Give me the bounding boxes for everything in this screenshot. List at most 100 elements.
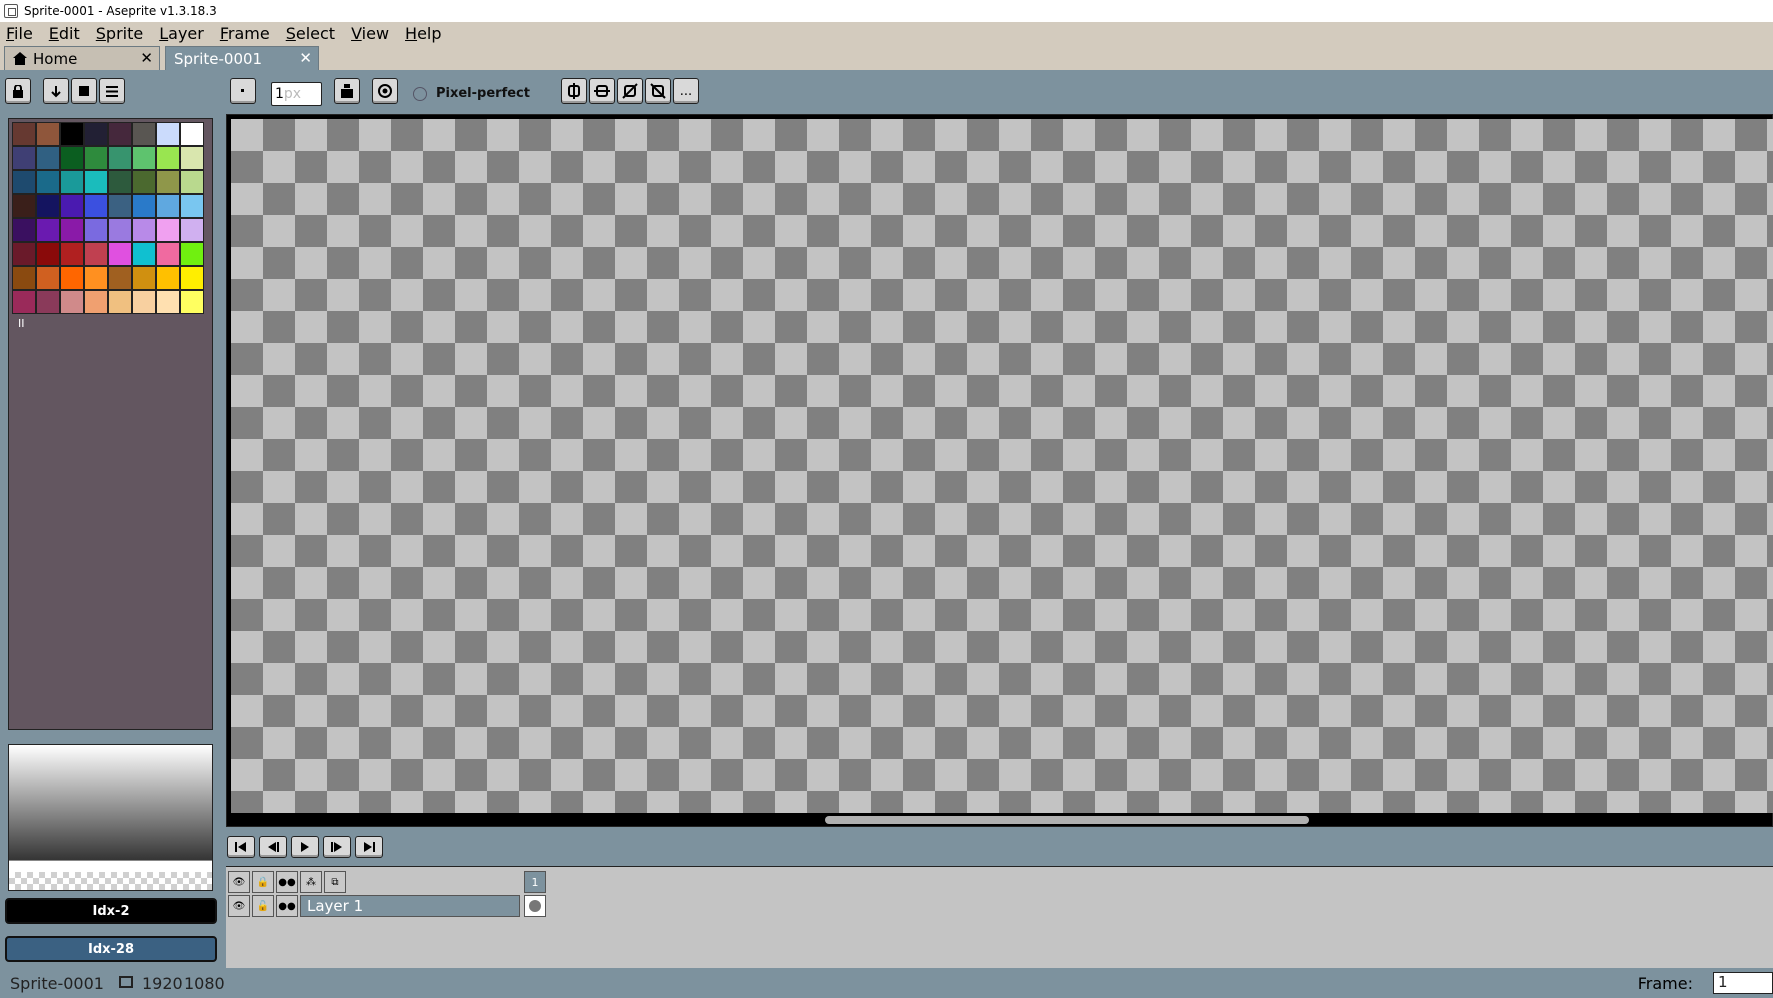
alpha-slider[interactable] — [9, 860, 212, 890]
palette-swatch[interactable] — [60, 170, 84, 194]
palette-swatch[interactable] — [156, 290, 180, 314]
link-layers-icon[interactable]: ⁂ — [300, 871, 322, 893]
visibility-header-icon[interactable]: 👁 — [228, 871, 250, 893]
palette-swatch[interactable] — [132, 290, 156, 314]
palette-swatch[interactable] — [60, 122, 84, 146]
symmetry-horizontal-button[interactable] — [589, 78, 615, 104]
palette-swatch[interactable] — [36, 290, 60, 314]
pixel-perfect-checkbox[interactable] — [413, 87, 427, 101]
menu-select[interactable]: Select — [286, 24, 335, 43]
palette-swatch[interactable] — [108, 290, 132, 314]
brush-type-button[interactable] — [230, 78, 256, 104]
play-button[interactable] — [291, 836, 319, 858]
palette-swatch[interactable] — [60, 290, 84, 314]
palette-swatch[interactable] — [180, 218, 204, 242]
palette-swatch[interactable] — [36, 170, 60, 194]
palette-swatch[interactable] — [156, 146, 180, 170]
frame-number-header[interactable]: 1 — [524, 871, 546, 893]
brush-size-input[interactable]: 1px — [271, 82, 322, 106]
symmetry-antidiagonal-button[interactable] — [645, 78, 671, 104]
pressure-settings-button[interactable] — [372, 78, 398, 104]
palette-swatch[interactable] — [12, 218, 36, 242]
palette-swatch[interactable] — [132, 170, 156, 194]
palette-swatch[interactable] — [12, 290, 36, 314]
sprite-canvas[interactable] — [231, 119, 1773, 813]
palette-swatch[interactable] — [108, 122, 132, 146]
palette-swatch[interactable] — [84, 266, 108, 290]
lock-header-icon[interactable]: 🔒 — [252, 871, 274, 893]
menu-frame[interactable]: Frame — [220, 24, 270, 43]
palette-swatch[interactable] — [12, 194, 36, 218]
palette-swatch[interactable] — [12, 242, 36, 266]
menu-view[interactable]: View — [351, 24, 389, 43]
palette-swatch[interactable] — [180, 290, 204, 314]
palette-swatch[interactable] — [60, 146, 84, 170]
menu-help[interactable]: Help — [405, 24, 441, 43]
symmetry-vertical-button[interactable] — [561, 78, 587, 104]
previous-frame-button[interactable] — [259, 836, 287, 858]
menu-layer[interactable]: Layer — [159, 24, 204, 43]
palette-swatch[interactable] — [180, 146, 204, 170]
tab-home[interactable]: Home ✕ — [4, 46, 160, 70]
palette-presets-button[interactable] — [71, 78, 97, 104]
palette-swatch[interactable] — [84, 146, 108, 170]
palette-swatch[interactable] — [84, 290, 108, 314]
palette-swatch[interactable] — [108, 242, 132, 266]
continuous-header-icon[interactable]: ●● — [276, 871, 298, 893]
layer-lock-icon[interactable]: 🔓 — [252, 895, 274, 917]
palette-swatch[interactable] — [36, 242, 60, 266]
onion-skin-icon[interactable]: ⧉ — [324, 871, 346, 893]
symmetry-diagonal-button[interactable] — [617, 78, 643, 104]
palette-swatch[interactable] — [156, 170, 180, 194]
menu-edit[interactable]: Edit — [49, 24, 80, 43]
palette-swatch[interactable] — [84, 170, 108, 194]
palette-swatch[interactable] — [132, 266, 156, 290]
palette-swatch[interactable] — [36, 122, 60, 146]
layer-visibility-icon[interactable]: 👁 — [228, 895, 250, 917]
horizontal-scrollbar[interactable] — [825, 816, 1309, 824]
palette-swatch[interactable] — [132, 146, 156, 170]
palette-swatch[interactable] — [84, 218, 108, 242]
palette-swatch[interactable] — [84, 194, 108, 218]
lock-palette-button[interactable] — [5, 78, 31, 104]
palette-swatch[interactable] — [84, 242, 108, 266]
palette-swatch[interactable] — [60, 194, 84, 218]
palette-swatch[interactable] — [60, 266, 84, 290]
next-frame-button[interactable] — [323, 836, 351, 858]
palette-swatch[interactable] — [108, 146, 132, 170]
palette-swatch[interactable] — [108, 266, 132, 290]
palette-swatch[interactable] — [12, 122, 36, 146]
color-picker[interactable] — [8, 744, 213, 891]
palette-swatch[interactable] — [180, 170, 204, 194]
more-options-button[interactable]: ... — [673, 78, 699, 104]
palette-swatch[interactable] — [84, 122, 108, 146]
palette-swatch[interactable] — [108, 170, 132, 194]
palette-swatch[interactable] — [180, 266, 204, 290]
frame-input[interactable]: 1 — [1713, 972, 1773, 994]
palette-swatch[interactable] — [60, 242, 84, 266]
layer-continuous-icon[interactable]: ●● — [276, 895, 298, 917]
tab-sprite[interactable]: Sprite-0001 ✕ — [165, 46, 319, 70]
palette-swatch[interactable] — [156, 242, 180, 266]
palette-swatch[interactable] — [180, 194, 204, 218]
palette-swatch[interactable] — [132, 122, 156, 146]
palette-swatch[interactable] — [156, 194, 180, 218]
palette-swatch[interactable] — [60, 218, 84, 242]
palette-swatch[interactable] — [132, 218, 156, 242]
cel-frame-1[interactable] — [524, 895, 546, 917]
ink-type-button[interactable] — [334, 78, 360, 104]
palette-resize-handle[interactable]: II — [18, 317, 25, 330]
palette-swatch[interactable] — [132, 242, 156, 266]
palette-swatch[interactable] — [156, 122, 180, 146]
background-color-bar[interactable]: Idx-28 — [5, 936, 217, 962]
layer-row[interactable]: 👁 🔓 ●● Layer 1 — [228, 895, 520, 917]
palette-swatch[interactable] — [180, 242, 204, 266]
palette-swatch[interactable] — [36, 218, 60, 242]
menu-sprite[interactable]: Sprite — [96, 24, 143, 43]
palette-swatch[interactable] — [36, 194, 60, 218]
palette-options-button[interactable] — [99, 78, 125, 104]
palette-swatch[interactable] — [132, 194, 156, 218]
foreground-color-bar[interactable]: Idx-2 — [5, 898, 217, 924]
tab-sprite-close-icon[interactable]: ✕ — [299, 49, 312, 67]
tab-home-close-icon[interactable]: ✕ — [140, 49, 153, 67]
